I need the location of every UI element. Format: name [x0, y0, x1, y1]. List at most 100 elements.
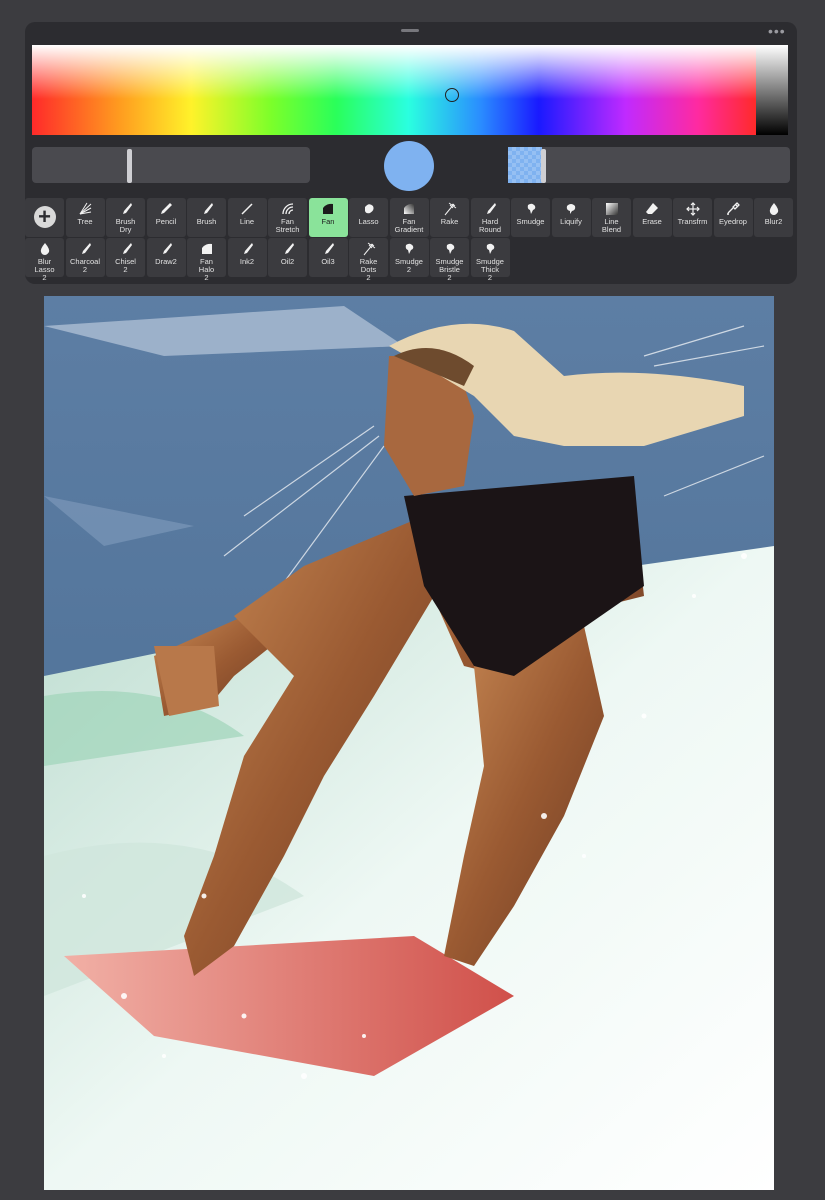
fan-gradient-icon — [390, 198, 429, 218]
tool-label: Blur2 — [764, 217, 783, 226]
fan-icon — [187, 238, 226, 258]
tool-label: Lasso — [358, 217, 379, 226]
tool-blur2-button[interactable]: Blur2 — [754, 198, 793, 237]
lasso-icon — [349, 198, 388, 218]
tool-label: Eyedrop — [719, 217, 747, 226]
opacity-slider[interactable] — [508, 147, 790, 183]
tool-tree-button[interactable]: Tree — [65, 198, 105, 237]
tool-label: Brush — [196, 217, 217, 226]
brush-size-slider[interactable] — [32, 147, 310, 183]
tool-label: Chisel 2 — [115, 257, 136, 274]
tool-label: Pencil — [155, 217, 177, 226]
add-icon: + — [33, 206, 56, 228]
eraser-icon — [633, 198, 672, 218]
brush-icon — [66, 238, 105, 258]
drawing-canvas[interactable] — [44, 296, 774, 1190]
tool-smudge-bristle-2-button[interactable]: Smudge Bristle 2 — [430, 238, 469, 282]
tool-label: Brush Dry — [115, 217, 136, 234]
panel-grabber[interactable] — [401, 29, 419, 32]
tool-line-button[interactable]: Line — [227, 198, 267, 237]
brush-icon — [106, 198, 145, 218]
tool-blur-lasso-2-button[interactable]: Blur Lasso 2 — [25, 238, 64, 282]
tool-label: Charcoal 2 — [69, 257, 100, 274]
current-color-swatch[interactable] — [384, 141, 434, 191]
fan-stretch-icon — [268, 198, 307, 218]
tool-oil3-button[interactable]: Oil3 — [308, 238, 348, 277]
tool-label: Oil3 — [321, 257, 335, 266]
brush-icon — [228, 238, 267, 258]
drop-icon — [25, 238, 64, 258]
opacity-slider-thumb[interactable] — [541, 149, 546, 183]
tool-label: Blur Lasso 2 — [34, 257, 55, 282]
tool-label: Smudge Thick 2 — [476, 257, 504, 282]
brush-icon — [147, 238, 186, 258]
tool-oil2-button[interactable]: Oil2 — [268, 238, 307, 277]
tool-label: Fan Stretch — [275, 217, 300, 234]
tool-line-blend-button[interactable]: Line Blend — [592, 198, 631, 237]
tool-label: Rake — [440, 217, 459, 226]
tool-fan-halo-2-button[interactable]: Fan Halo 2 — [187, 238, 226, 282]
smudge-icon — [471, 238, 510, 258]
tool-label: Erase — [642, 217, 662, 226]
transform-icon — [673, 198, 712, 218]
brush-icon — [471, 198, 510, 218]
tool-label: Oil2 — [280, 257, 295, 266]
tool-chisel-2-button[interactable]: Chisel 2 — [106, 238, 145, 277]
tool-charcoal-2-button[interactable]: Charcoal 2 — [65, 238, 105, 277]
tool-pencil-button[interactable]: Pencil — [146, 198, 186, 237]
tool-label: Fan — [321, 217, 335, 226]
tool-label: Ink2 — [239, 257, 255, 266]
drop-icon — [754, 198, 793, 218]
color-spectrum-picker[interactable] — [32, 45, 756, 135]
opacity-slider-fill — [508, 147, 542, 183]
tool-fan-stretch-button[interactable]: Fan Stretch — [268, 198, 307, 237]
tool-smudge-thick-2-button[interactable]: Smudge Thick 2 — [470, 238, 510, 282]
tool-hard-round-button[interactable]: Hard Round — [470, 198, 510, 237]
grayscale-picker[interactable] — [756, 45, 788, 135]
tool-transfrm-button[interactable]: Transfrm — [673, 198, 712, 237]
tool-label: Liquify — [560, 217, 582, 226]
smudge-icon — [390, 238, 429, 258]
tool-add-button[interactable]: + — [25, 198, 64, 237]
liquify-icon — [552, 198, 591, 218]
tool-ink2-button[interactable]: Ink2 — [227, 238, 267, 277]
tool-eyedrop-button[interactable]: Eyedrop — [713, 198, 753, 237]
rake-icon — [430, 198, 469, 218]
tool-fan-button[interactable]: Fan — [308, 198, 348, 237]
tool-brush-dry-button[interactable]: Brush Dry — [106, 198, 145, 237]
eyedropper-icon — [714, 198, 753, 218]
line-blend-icon — [592, 198, 631, 218]
tool-lasso-button[interactable]: Lasso — [349, 198, 388, 237]
tool-label: Smudge 2 — [395, 257, 423, 274]
tool-smudge-2-button[interactable]: Smudge 2 — [389, 238, 429, 277]
brush-icon — [106, 238, 145, 258]
tool-rake-button[interactable]: Rake — [430, 198, 469, 237]
tool-label: Hard Round — [478, 217, 502, 234]
smudge-icon — [430, 238, 469, 258]
tool-label: Fan Halo 2 — [198, 257, 215, 282]
brush-icon — [268, 238, 307, 258]
tool-label: Transfrm — [677, 217, 708, 226]
tool-label: Draw2 — [155, 257, 177, 266]
tool-liquify-button[interactable]: Liquify — [551, 198, 591, 237]
spectrum-cursor[interactable] — [445, 88, 459, 102]
pencil-icon — [147, 198, 186, 218]
tool-draw2-button[interactable]: Draw2 — [146, 238, 186, 277]
tool-smudge-button[interactable]: Smudge — [511, 198, 550, 237]
brush-size-slider-thumb[interactable] — [127, 149, 132, 183]
tool-erase-button[interactable]: Erase — [632, 198, 672, 237]
tool-fan-gradient-button[interactable]: Fan Gradient — [389, 198, 429, 237]
line-icon — [228, 198, 267, 218]
more-options-icon[interactable]: ••• — [768, 24, 786, 38]
tree-brush-icon — [66, 198, 105, 218]
smudge-icon — [511, 198, 550, 218]
painting-surfer — [44, 296, 774, 1190]
rake-icon — [349, 238, 388, 258]
tool-brush-button[interactable]: Brush — [187, 198, 226, 237]
tool-label: Fan Gradient — [394, 217, 424, 234]
tool-label: Smudge — [516, 217, 545, 226]
tool-label: Smudge Bristle 2 — [435, 257, 464, 282]
tool-label: Line Blend — [601, 217, 622, 234]
tool-label: Rake Dots 2 — [359, 257, 378, 282]
tool-rake-dots-2-button[interactable]: Rake Dots 2 — [349, 238, 388, 282]
